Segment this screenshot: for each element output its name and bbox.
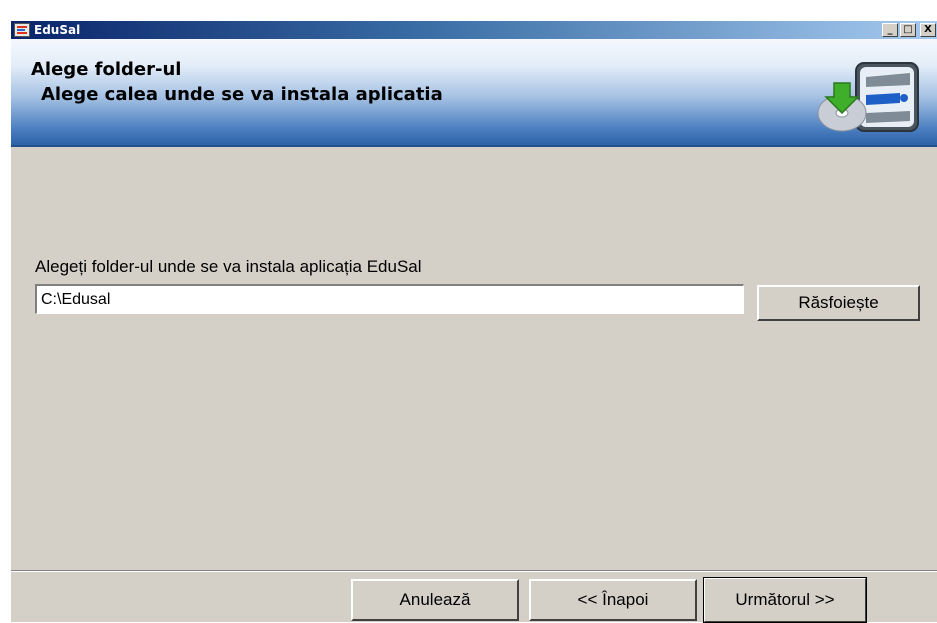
install-path-input[interactable] (35, 284, 744, 314)
window-title: EduSal (34, 23, 81, 37)
back-button[interactable]: << Înapoi (529, 579, 697, 621)
header-banner: Alege folder-ul Alege calea unde se va i… (11, 39, 937, 147)
maximize-button[interactable]: □ (900, 23, 916, 37)
folder-prompt-label: Alegeți folder-ul unde se va instala apl… (35, 257, 422, 276)
title-bar[interactable]: EduSal _ □ X (11, 21, 937, 39)
page-title: Alege folder-ul (31, 59, 182, 80)
next-button[interactable]: Următorul >> (703, 577, 867, 623)
page-subtitle: Alege calea unde se va instala aplicatia (41, 84, 443, 105)
browse-button[interactable]: Răsfoiește (757, 285, 920, 321)
close-button[interactable]: X (920, 23, 936, 37)
minimize-button[interactable]: _ (882, 23, 898, 37)
cancel-button[interactable]: Anulează (351, 579, 519, 621)
install-disc-logo-icon (817, 62, 919, 132)
footer-divider-highlight (11, 571, 937, 572)
window-controls: _ □ X (882, 23, 936, 37)
installer-window: EduSal _ □ X Alege folder-ul Alege calea… (10, 20, 937, 623)
app-icon (14, 23, 30, 37)
